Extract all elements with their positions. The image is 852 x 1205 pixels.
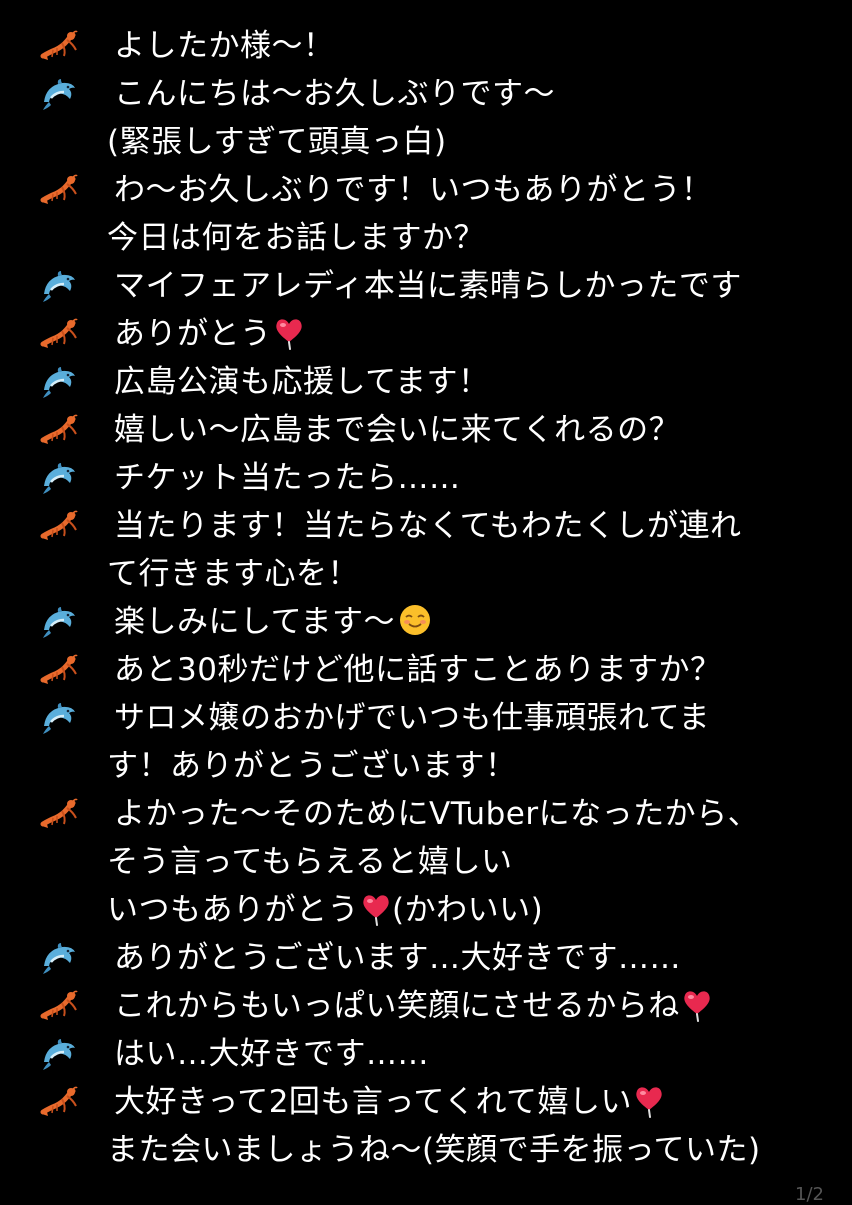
message-line: 当たります！当たらなくてもわたくしが連れ — [114, 502, 832, 550]
dolphin-icon — [40, 270, 78, 304]
dolphin-icon — [40, 606, 78, 640]
message-line: 大好きって2回も言ってくれて嬉しい — [114, 1078, 832, 1126]
message-text: よかった〜そのためにVTuberになったから、 — [114, 796, 760, 832]
message-text: いつもありがとう — [107, 892, 359, 928]
message-line: ありがとうございます…大好きです…… — [114, 934, 832, 982]
message-text: これからもいっぱい笑顔にさせるからね — [114, 988, 680, 1024]
message-fan: 広島公演も応援してます！ — [0, 358, 852, 406]
message-line: 今日は何をお話しますか？ — [107, 214, 832, 262]
message-host: あと30秒だけど他に話すことありますか？ — [0, 646, 852, 694]
message-text: 楽しみにしてます〜 — [114, 604, 396, 640]
message-host: これからもいっぱい笑顔にさせるからね — [0, 982, 852, 1030]
dolphin-icon — [40, 702, 78, 736]
message-fan: こんにちは〜お久しぶりです〜 (緊張しすぎて頭真っ白) — [0, 70, 852, 166]
conversation-transcript: よしたか様〜！ こんにちは〜お久しぶりです〜 (緊張しすぎて頭真っ白) わ〜お久しぶり… — [0, 22, 852, 1174]
message-text: 広島公演も応援してます！ — [114, 364, 490, 400]
message-host: ありがとう — [0, 310, 852, 358]
message-host: 当たります！当たらなくてもわたくしが連れて行きます心を！ — [0, 502, 852, 598]
message-line: (緊張しすぎて頭真っ白) — [107, 118, 832, 166]
message-line: よかった〜そのためにVTuberになったから、 — [114, 790, 832, 838]
message-line: あと30秒だけど他に話すことありますか？ — [114, 646, 832, 694]
lobster-icon — [40, 318, 78, 352]
heart-emoji-icon — [273, 316, 305, 350]
message-line: サロメ嬢のおかげでいつも仕事頑張れてま — [114, 694, 832, 742]
dolphin-icon — [40, 366, 78, 400]
message-line: いつもありがとう (かわいい) — [107, 886, 832, 934]
message-suffix: (かわいい) — [392, 892, 544, 928]
message-text: マイフェアレディ本当に素晴らしかったです — [114, 268, 742, 304]
message-text: わ〜お久しぶりです！いつもありがとう！ — [114, 172, 713, 208]
heart-emoji-icon — [681, 988, 713, 1022]
message-text: ありがとうございます…大好きです…… — [114, 940, 681, 976]
message-text: そう言ってもらえると嬉しい — [107, 844, 513, 880]
message-text: 当たります！当たらなくてもわたくしが連れ — [114, 508, 742, 544]
message-line: はい…大好きです…… — [114, 1030, 832, 1078]
dolphin-icon — [40, 1038, 78, 1072]
lobster-icon — [40, 654, 78, 688]
lobster-icon — [40, 1086, 78, 1120]
message-fan: 楽しみにしてます〜 — [0, 598, 852, 646]
dolphin-icon — [40, 942, 78, 976]
message-text: チケット当たったら…… — [114, 460, 461, 496]
lobster-icon — [40, 174, 78, 208]
message-text: す！ありがとうございます！ — [107, 748, 517, 784]
page-indicator: 1/2 — [795, 1184, 824, 1205]
message-text: こんにちは〜お久しぶりです〜 — [114, 76, 555, 112]
message-line: 嬉しい〜広島まで会いに来てくれるの？ — [114, 406, 832, 454]
heart-emoji-icon — [360, 892, 392, 926]
message-fan: ありがとうございます…大好きです…… — [0, 934, 852, 982]
message-host: よしたか様〜！ — [0, 22, 852, 70]
message-text: 今日は何をお話しますか？ — [107, 220, 485, 256]
lobster-icon — [40, 510, 78, 544]
message-fan: チケット当たったら…… — [0, 454, 852, 502]
message-line: 広島公演も応援してます！ — [114, 358, 832, 406]
message-fan: サロメ嬢のおかげでいつも仕事頑張れてます！ありがとうございます！ — [0, 694, 852, 790]
message-text: あと30秒だけど他に話すことありますか？ — [114, 652, 722, 688]
message-line: 楽しみにしてます〜 — [114, 598, 832, 646]
message-line: また会いましょうね〜(笑顔で手を振っていた) — [107, 1126, 832, 1174]
message-line: す！ありがとうございます！ — [107, 742, 832, 790]
lobster-icon — [40, 990, 78, 1024]
lobster-icon — [40, 798, 78, 832]
message-text: サロメ嬢のおかげでいつも仕事頑張れてま — [114, 700, 711, 736]
message-line: マイフェアレディ本当に素晴らしかったです — [114, 262, 832, 310]
message-host: 嬉しい〜広島まで会いに来てくれるの？ — [0, 406, 852, 454]
message-line: ありがとう — [114, 310, 832, 358]
lobster-icon — [40, 414, 78, 448]
message-line: そう言ってもらえると嬉しい — [107, 838, 832, 886]
heart-emoji-icon — [633, 1084, 665, 1118]
message-text: (緊張しすぎて頭真っ白) — [107, 124, 447, 160]
message-text: て行きます心を！ — [107, 556, 359, 592]
message-host: 大好きって2回も言ってくれて嬉しいまた会いましょうね〜(笑顔で手を振っていた) — [0, 1078, 852, 1174]
message-text: また会いましょうね〜(笑顔で手を振っていた) — [107, 1132, 761, 1168]
message-fan: マイフェアレディ本当に素晴らしかったです — [0, 262, 852, 310]
smiling-face-emoji-icon — [398, 603, 432, 637]
message-text: よしたか様〜！ — [114, 28, 335, 64]
message-line: て行きます心を！ — [107, 550, 832, 598]
message-text: 嬉しい〜広島まで会いに来てくれるの？ — [114, 412, 681, 448]
message-line: わ〜お久しぶりです！いつもありがとう！ — [114, 166, 832, 214]
message-host: わ〜お久しぶりです！いつもありがとう！ 今日は何をお話しますか？ — [0, 166, 852, 262]
message-text: 大好きって2回も言ってくれて嬉しい — [114, 1084, 633, 1120]
message-line: チケット当たったら…… — [114, 454, 832, 502]
message-fan: はい…大好きです…… — [0, 1030, 852, 1078]
message-line: こんにちは〜お久しぶりです〜 — [114, 70, 832, 118]
message-line: よしたか様〜！ — [114, 22, 832, 70]
message-text: ありがとう — [114, 316, 272, 352]
dolphin-icon — [40, 78, 78, 112]
message-text: はい…大好きです…… — [114, 1036, 429, 1072]
lobster-icon — [40, 30, 78, 64]
dolphin-icon — [40, 462, 78, 496]
message-line: これからもいっぱい笑顔にさせるからね — [114, 982, 832, 1030]
message-host: よかった〜そのためにVTuberになったから、 そう言ってもらえると嬉しい いつもあ… — [0, 790, 852, 934]
